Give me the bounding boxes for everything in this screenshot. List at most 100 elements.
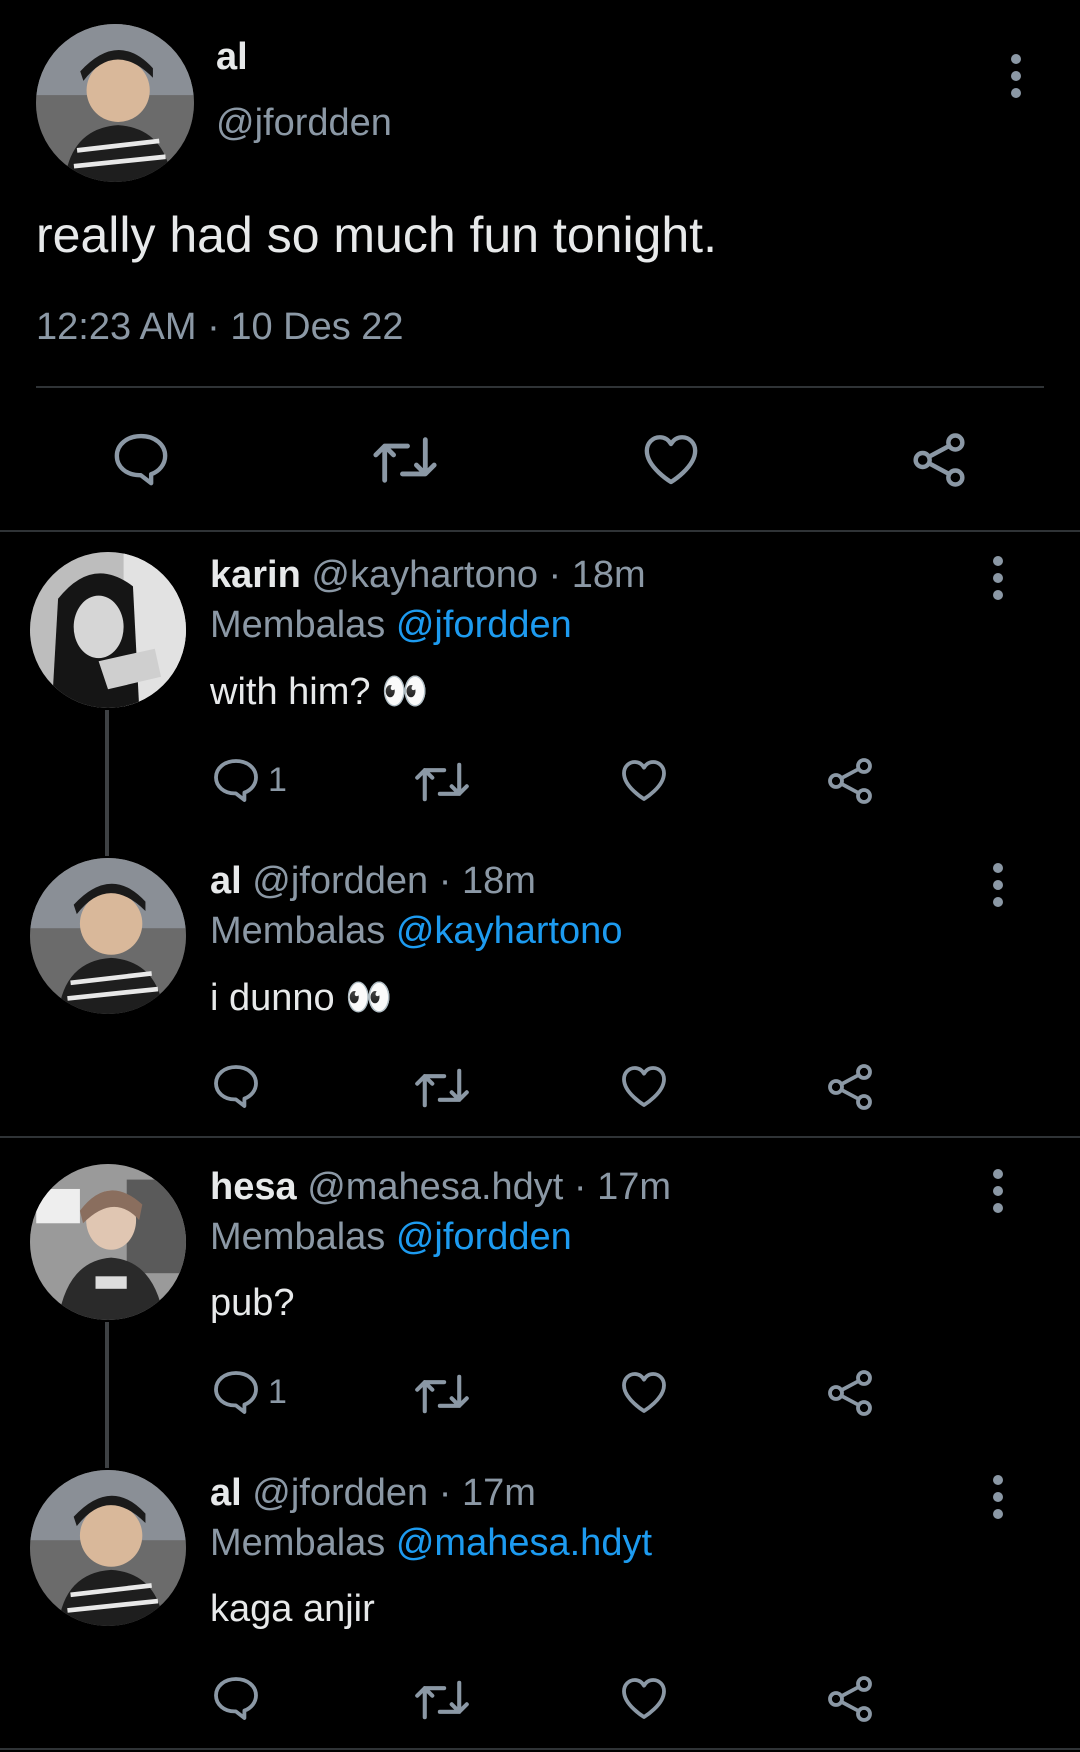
author-name[interactable]: karin [210, 554, 301, 596]
share-button[interactable] [826, 1063, 874, 1111]
retweet-icon [415, 762, 469, 802]
retweet-button[interactable] [414, 1372, 470, 1416]
avatar[interactable] [36, 24, 194, 182]
tweet-text: really had so much fun tonight. [36, 207, 717, 263]
like-icon [644, 435, 698, 485]
section-divider [0, 1136, 1080, 1138]
avatar[interactable] [30, 552, 186, 708]
share-icon [828, 1676, 872, 1722]
reply-text: with him? 👀 [210, 671, 429, 713]
separator: · [207, 306, 220, 348]
timestamp-divider [36, 386, 1044, 388]
separator: · [438, 1472, 452, 1514]
author-handle[interactable]: @mahesa.hdyt [307, 1166, 563, 1208]
replying-label: Membalas [210, 1216, 386, 1258]
mention-link[interactable]: @jfordden [396, 604, 572, 646]
reply-time[interactable]: 18m [572, 554, 646, 596]
author-handle[interactable]: @jfordden [252, 1472, 428, 1514]
like-button[interactable] [620, 1370, 668, 1414]
like-icon [622, 760, 666, 801]
author-name[interactable]: al [216, 36, 248, 79]
author-name[interactable]: al [210, 860, 242, 902]
share-button[interactable] [826, 1369, 874, 1417]
more-options-icon[interactable] [1006, 51, 1026, 101]
author-name[interactable]: al [210, 1472, 242, 1514]
thread-line [105, 1322, 109, 1468]
retweet-button[interactable] [414, 1678, 470, 1722]
share-button[interactable] [826, 1675, 874, 1723]
avatar[interactable] [30, 1164, 186, 1320]
more-options-icon[interactable] [988, 553, 1008, 603]
share-button[interactable] [826, 757, 874, 805]
share-icon [828, 1064, 872, 1110]
retweet-button[interactable] [372, 434, 438, 486]
avatar[interactable] [30, 1470, 186, 1626]
separator: · [573, 1166, 587, 1208]
like-icon [622, 1066, 666, 1107]
reply-button[interactable] [212, 1064, 268, 1108]
section-divider [0, 530, 1080, 532]
mention-link[interactable]: @jfordden [396, 1216, 572, 1258]
more-options-icon[interactable] [988, 1166, 1008, 1216]
mention-link[interactable]: @kayhartono [396, 910, 623, 952]
share-button[interactable] [910, 432, 968, 488]
reply-header: karin @kayhartono · 18m [210, 554, 646, 597]
replying-to: Membalas @kayhartono [210, 910, 622, 953]
like-button[interactable] [620, 758, 668, 802]
replying-label: Membalas [210, 910, 386, 952]
replying-label: Membalas [210, 1522, 386, 1564]
mention-link[interactable]: @mahesa.hdyt [396, 1522, 652, 1564]
share-icon [913, 433, 965, 487]
retweet-button[interactable] [414, 1066, 470, 1110]
retweet-icon [415, 1680, 469, 1720]
separator: · [438, 860, 452, 902]
thread-line [105, 710, 109, 856]
reply-time[interactable]: 17m [462, 1472, 536, 1514]
like-icon [622, 1678, 666, 1719]
reply-button[interactable] [112, 432, 170, 486]
like-button[interactable] [620, 1676, 668, 1720]
replying-label: Membalas [210, 604, 386, 646]
avatar[interactable] [30, 858, 186, 1014]
author-handle[interactable]: @jfordden [252, 860, 428, 902]
author-name[interactable]: hesa [210, 1166, 297, 1208]
reply-count: 1 [268, 1372, 287, 1411]
reply-header: al @jfordden · 18m [210, 860, 536, 903]
reply-icon [214, 759, 258, 802]
more-options-icon[interactable] [988, 1472, 1008, 1522]
reply-text: pub? [210, 1282, 295, 1324]
reply-icon [114, 433, 168, 486]
like-icon [622, 1372, 666, 1413]
retweet-icon [415, 1374, 469, 1414]
reply-text: kaga anjir [210, 1588, 375, 1630]
reply-header: hesa @mahesa.hdyt · 17m [210, 1166, 671, 1209]
tweet-date: 10 Des 22 [230, 306, 404, 348]
retweet-icon [373, 437, 437, 483]
tweet-time: 12:23 AM [36, 306, 197, 348]
replying-to: Membalas @mahesa.hdyt [210, 1522, 652, 1565]
reply-icon [214, 1371, 258, 1414]
reply-button[interactable] [212, 1676, 268, 1720]
section-divider [0, 1748, 1080, 1750]
reply-button[interactable]: 1 [212, 1370, 287, 1414]
reply-count: 1 [268, 760, 287, 799]
reply-text: i dunno 👀 [210, 977, 393, 1019]
reply-header: al @jfordden · 17m [210, 1472, 536, 1515]
reply-button[interactable]: 1 [212, 758, 287, 802]
reply-time[interactable]: 18m [462, 860, 536, 902]
replying-to: Membalas @jfordden [210, 1216, 572, 1259]
like-button[interactable] [642, 432, 700, 486]
more-options-icon[interactable] [988, 860, 1008, 910]
separator: · [548, 554, 562, 596]
share-icon [828, 758, 872, 804]
share-icon [828, 1370, 872, 1416]
author-handle[interactable]: @kayhartono [311, 554, 538, 596]
author-handle[interactable]: @jfordden [216, 102, 392, 145]
reply-icon [214, 1065, 258, 1108]
tweet-timestamp: 12:23 AM · 10 Des 22 [36, 306, 404, 349]
reply-time[interactable]: 17m [597, 1166, 671, 1208]
replying-to: Membalas @jfordden [210, 604, 572, 647]
reply-icon [214, 1677, 258, 1720]
like-button[interactable] [620, 1064, 668, 1108]
retweet-button[interactable] [414, 760, 470, 804]
